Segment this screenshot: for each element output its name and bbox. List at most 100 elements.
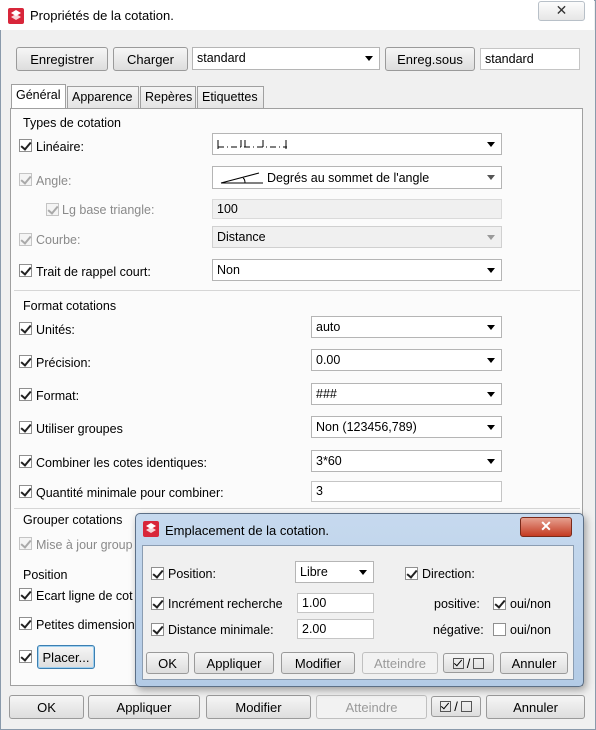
types-group-title: Types de cotation — [23, 116, 121, 130]
trait-select-value: Non — [217, 263, 240, 277]
chevron-down-icon — [487, 358, 495, 363]
modify-button[interactable]: Modifier — [206, 695, 311, 719]
combiner-checkbox[interactable] — [19, 455, 32, 468]
format-checkbox[interactable] — [19, 388, 32, 401]
angle-glyph-icon — [220, 172, 263, 184]
ecart-checkbox[interactable] — [19, 588, 32, 601]
apply-button[interactable]: Appliquer — [88, 695, 200, 719]
tab-reperes[interactable]: Repères — [140, 86, 196, 108]
trait-checkbox[interactable] — [19, 264, 32, 277]
sub-position-select-value: Libre — [300, 565, 328, 579]
negative-checkbox[interactable] — [493, 623, 506, 636]
increment-label: Incrément recherche — [168, 597, 283, 611]
precision-select[interactable]: 0.00 — [311, 349, 502, 371]
combiner-label: Combiner les cotes identiques: — [36, 456, 207, 470]
sub-apply-button[interactable]: Appliquer — [194, 652, 274, 674]
close-button[interactable]: ✕ — [538, 1, 585, 21]
lineaire-label: Linéaire: — [36, 140, 84, 154]
format-group-title: Format cotations — [23, 299, 117, 313]
placer-checkbox[interactable] — [19, 650, 32, 663]
groupes-select[interactable]: Non (123456,789) — [311, 416, 502, 438]
checked-box-icon — [440, 701, 452, 712]
angle-select-value: Degrés au sommet de l'angle — [267, 171, 430, 185]
increment-input[interactable]: 1.00 — [297, 593, 374, 613]
combiner-select[interactable]: 3*60 — [311, 450, 502, 472]
trait-select[interactable]: Non — [212, 259, 502, 281]
sub-modify-button[interactable]: Modifier — [281, 652, 355, 674]
chevron-down-icon — [487, 235, 495, 240]
format-select[interactable]: ### — [311, 383, 502, 405]
courbe-label: Courbe: — [36, 233, 81, 247]
direction-checkbox[interactable] — [405, 567, 418, 580]
trait-label: Trait de rappel court: — [36, 265, 151, 279]
sub-toggle-all-button[interactable]: / — [443, 653, 494, 673]
reach-button[interactable]: Atteindre — [316, 695, 427, 719]
sub-position-select[interactable]: Libre — [295, 561, 374, 583]
positive-checkbox[interactable] — [493, 597, 506, 610]
combiner-select-value: 3*60 — [316, 454, 342, 468]
quantite-checkbox[interactable] — [19, 485, 32, 498]
load-button[interactable]: Charger — [113, 47, 188, 71]
toggle-separator: / — [466, 655, 471, 671]
courbe-checkbox[interactable] — [19, 233, 32, 246]
petites-checkbox[interactable] — [19, 617, 32, 630]
distance-checkbox[interactable] — [151, 623, 164, 636]
tab-general[interactable]: Général — [11, 84, 66, 109]
lg-base-checkbox[interactable] — [46, 203, 59, 216]
preset-select[interactable]: standard — [192, 47, 380, 70]
window-title: Propriétés de la cotation. — [30, 8, 174, 23]
placement-dialog-title: Emplacement de la cotation. — [165, 523, 330, 538]
sub-reach-button[interactable]: Atteindre — [362, 652, 438, 674]
groupes-select-value: Non (123456,789) — [316, 420, 417, 434]
format-label: Format: — [36, 389, 80, 403]
tab-etiquettes[interactable]: Etiquettes — [197, 86, 264, 108]
sub-position-checkbox[interactable] — [151, 567, 164, 580]
negative-ouinon-label: oui/non — [510, 623, 552, 637]
groupes-checkbox[interactable] — [19, 421, 32, 434]
ok-button[interactable]: OK — [9, 695, 84, 719]
unites-select[interactable]: auto — [311, 316, 502, 338]
placer-button[interactable]: Placer... — [37, 645, 95, 669]
sub-ok-button[interactable]: OK — [146, 652, 189, 674]
lg-base-label: Lg base triangle: — [62, 203, 155, 217]
chevron-down-icon — [487, 459, 495, 464]
tab-apparence[interactable]: Apparence — [67, 86, 139, 108]
chevron-down-icon — [487, 392, 495, 397]
chevron-down-icon — [487, 425, 495, 430]
save-button[interactable]: Enregistrer — [16, 47, 108, 71]
grouper-group-title: Grouper cotations — [23, 513, 123, 527]
courbe-select-value: Distance — [217, 230, 266, 244]
lineaire-checkbox[interactable] — [19, 139, 32, 152]
angle-checkbox[interactable] — [19, 173, 32, 186]
angle-select[interactable]: Degrés au sommet de l'angle — [212, 166, 502, 189]
quantite-label: Quantité minimale pour combiner: — [36, 486, 224, 500]
unites-label: Unités: — [36, 323, 75, 337]
sub-cancel-button[interactable]: Annuler — [500, 652, 568, 674]
save-as-name-input[interactable]: standard — [480, 48, 580, 70]
increment-checkbox[interactable] — [151, 597, 164, 610]
chevron-down-icon — [487, 175, 495, 180]
positive-label: positive: — [434, 597, 480, 611]
quantite-input[interactable]: 3 — [311, 481, 502, 502]
courbe-select[interactable]: Distance — [212, 226, 502, 248]
unites-checkbox[interactable] — [19, 322, 32, 335]
preset-select-value: standard — [197, 51, 246, 65]
distance-input[interactable]: 2.00 — [297, 619, 374, 639]
placement-close-button[interactable]: ✕ — [520, 517, 572, 537]
precision-checkbox[interactable] — [19, 355, 32, 368]
lineaire-style-select[interactable] — [212, 133, 502, 155]
save-as-button[interactable]: Enreg.sous — [385, 47, 475, 71]
chevron-down-icon — [487, 142, 495, 147]
chevron-down-icon — [487, 325, 495, 330]
app-logo-icon — [8, 8, 24, 24]
toggle-all-button[interactable]: / — [431, 696, 481, 717]
checked-box-icon — [452, 657, 464, 669]
groupes-label: Utiliser groupes — [36, 422, 123, 436]
ecart-label: Ecart ligne de cot — [36, 589, 133, 603]
direction-label: Direction: — [422, 567, 475, 581]
sub-position-label: Position: — [168, 567, 216, 581]
maj-groupe-checkbox[interactable] — [19, 537, 32, 550]
precision-select-value: 0.00 — [316, 353, 341, 367]
lg-base-input[interactable]: 100 — [212, 199, 502, 219]
cancel-button[interactable]: Annuler — [486, 695, 585, 719]
